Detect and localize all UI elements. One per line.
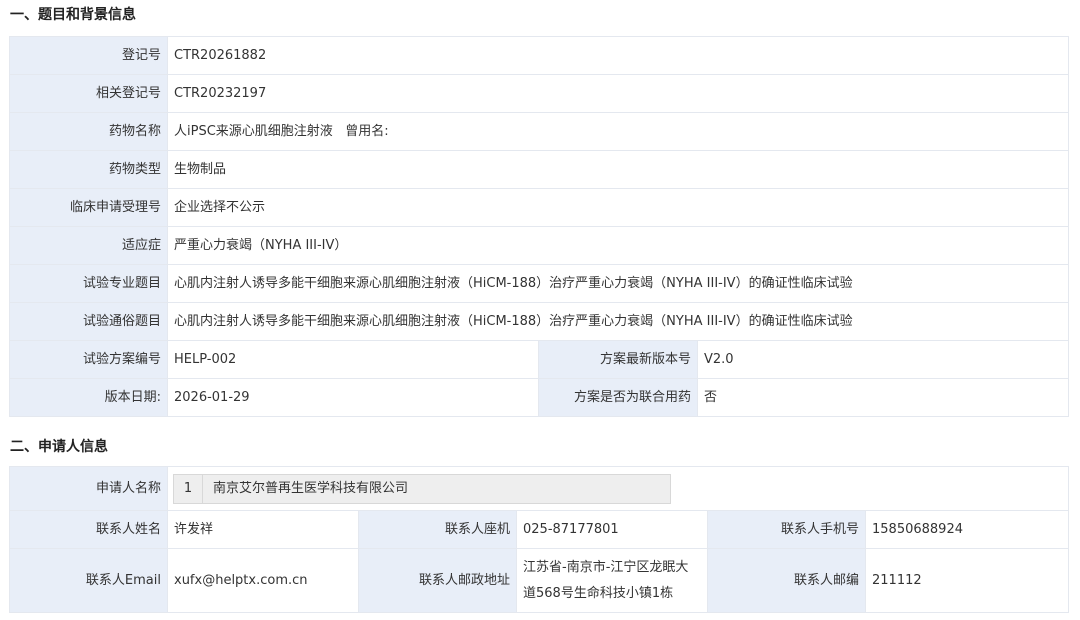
- contact-address-value: 江苏省-南京市-江宁区龙眠大道568号生命科技小镇1栋: [523, 559, 689, 601]
- registration-no-label: 登记号: [9, 36, 168, 75]
- table-row: 试验方案编号 HELP-002 方案最新版本号 V2.0: [9, 340, 1070, 379]
- background-info-table: 登记号 CTR20261882 相关登记号 CTR20232197 药物名称 人…: [9, 36, 1070, 417]
- latest-version-label: 方案最新版本号: [538, 340, 698, 379]
- contact-mobile-value: 15850688924: [865, 510, 1069, 549]
- contact-phone-label: 联系人座机: [358, 510, 517, 549]
- contact-mobile-label: 联系人手机号: [707, 510, 866, 549]
- popular-title-label: 试验通俗题目: [9, 302, 168, 341]
- combination-label: 方案是否为联合用药: [538, 378, 698, 417]
- contact-postcode-label: 联系人邮编: [707, 548, 866, 613]
- table-row: 联系人Email xufx@helptx.com.cn 联系人邮政地址 江苏省-…: [9, 548, 1069, 613]
- section-title-background: 一、题目和背景信息: [10, 7, 136, 23]
- applicant-name-value: 南京艾尔普再生医学科技有限公司: [213, 480, 409, 496]
- professional-title-label: 试验专业题目: [9, 264, 168, 303]
- drug-type-value: 生物制品: [166, 150, 1070, 189]
- applicant-info-table: 申请人名称 1 南京艾尔普再生医学科技有限公司 联系人姓名 许发祥 联系人座机 …: [9, 466, 1069, 613]
- contact-email-value: xufx@helptx.com.cn: [167, 548, 359, 613]
- table-row: 药物名称 人iPSC来源心肌细胞注射液 曾用名:: [9, 112, 1070, 151]
- version-date-value: 2026-01-29: [167, 378, 539, 417]
- drug-type-label: 药物类型: [9, 150, 168, 189]
- popular-title-value: 心肌内注射人诱导多能干细胞来源心肌细胞注射液（HiCM-188）治疗严重心力衰竭…: [166, 302, 1070, 341]
- table-row: 版本日期: 2026-01-29 方案是否为联合用药 否: [9, 378, 1070, 417]
- contact-name-label: 联系人姓名: [9, 510, 168, 549]
- related-registration-no-label: 相关登记号: [9, 74, 168, 113]
- protocol-no-label: 试验方案编号: [9, 340, 168, 379]
- registration-no-value: CTR20261882: [166, 36, 1070, 75]
- table-row: 药物类型 生物制品: [9, 150, 1070, 189]
- indication-value: 严重心力衰竭（NYHA III-IV）: [166, 226, 1070, 265]
- clinical-application-no-label: 临床申请受理号: [9, 188, 168, 227]
- section-title-applicant: 二、申请人信息: [10, 439, 108, 455]
- contact-postcode-value: 211112: [865, 548, 1069, 613]
- table-row: 申请人名称 1 南京艾尔普再生医学科技有限公司: [9, 466, 1069, 511]
- drug-name-label: 药物名称: [9, 112, 168, 151]
- contact-email-label: 联系人Email: [9, 548, 168, 613]
- applicant-name-label: 申请人名称: [9, 466, 168, 511]
- applicant-name-box: 1 南京艾尔普再生医学科技有限公司: [173, 473, 671, 504]
- indication-label: 适应症: [9, 226, 168, 265]
- contact-address-label: 联系人邮政地址: [358, 548, 517, 613]
- table-row: 联系人姓名 许发祥 联系人座机 025-87177801 联系人手机号 1585…: [9, 510, 1069, 549]
- clinical-application-no-value: 企业选择不公示: [166, 188, 1070, 227]
- contact-phone-value: 025-87177801: [516, 510, 708, 549]
- applicant-name-cell: 1 南京艾尔普再生医学科技有限公司: [167, 466, 1069, 511]
- version-date-label: 版本日期:: [9, 378, 168, 417]
- table-row: 试验专业题目 心肌内注射人诱导多能干细胞来源心肌细胞注射液（HiCM-188）治…: [9, 264, 1070, 303]
- latest-version-value: V2.0: [696, 340, 1070, 379]
- table-row: 临床申请受理号 企业选择不公示: [9, 188, 1070, 227]
- applicant-index: 1: [174, 474, 203, 503]
- drug-alias-label: 曾用名:: [345, 123, 389, 139]
- drug-name-cell: 人iPSC来源心肌细胞注射液 曾用名:: [166, 112, 1070, 151]
- related-registration-no-value: CTR20232197: [166, 74, 1070, 113]
- protocol-no-value: HELP-002: [167, 340, 539, 379]
- professional-title-value: 心肌内注射人诱导多能干细胞来源心肌细胞注射液（HiCM-188）治疗严重心力衰竭…: [166, 264, 1070, 303]
- table-row: 试验通俗题目 心肌内注射人诱导多能干细胞来源心肌细胞注射液（HiCM-188）治…: [9, 302, 1070, 341]
- drug-name-value: 人iPSC来源心肌细胞注射液: [174, 123, 333, 139]
- table-row: 相关登记号 CTR20232197: [9, 74, 1070, 113]
- combination-value: 否: [696, 378, 1070, 417]
- contact-name-value: 许发祥: [167, 510, 359, 549]
- contact-address-cell: 江苏省-南京市-江宁区龙眠大道568号生命科技小镇1栋: [516, 548, 708, 613]
- table-row: 适应症 严重心力衰竭（NYHA III-IV）: [9, 226, 1070, 265]
- table-row: 登记号 CTR20261882: [9, 36, 1070, 75]
